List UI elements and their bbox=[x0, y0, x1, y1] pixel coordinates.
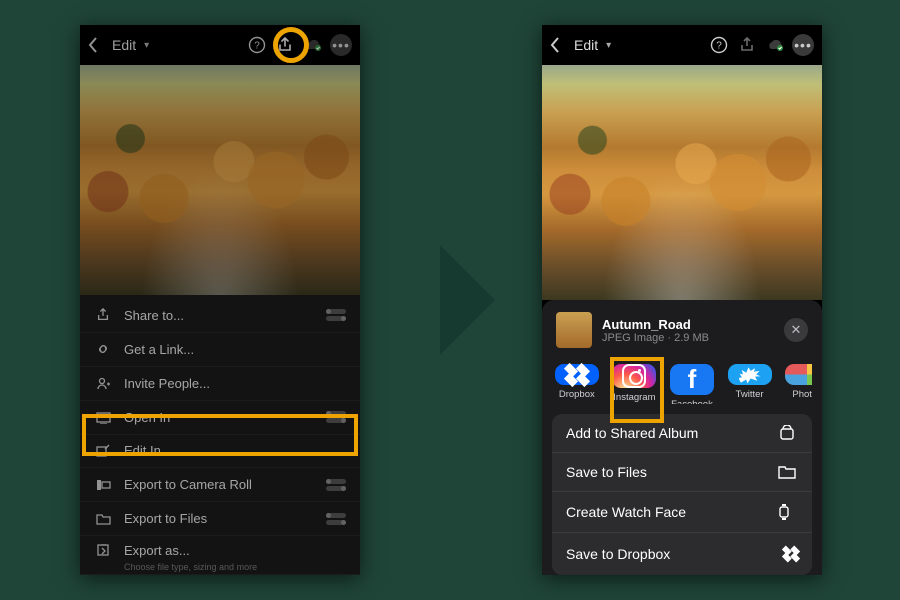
cloud-sync-icon[interactable] bbox=[764, 34, 786, 56]
menu-label: Invite People... bbox=[124, 376, 346, 391]
chevron-down-icon[interactable]: ▾ bbox=[606, 40, 611, 51]
topbar: Edit ▾ ? ••• bbox=[542, 25, 822, 65]
options-toggle-icon[interactable] bbox=[326, 479, 346, 491]
transition-arrow bbox=[440, 245, 495, 355]
folder-icon bbox=[94, 510, 112, 528]
dropbox-icon bbox=[778, 544, 798, 564]
folder-icon bbox=[778, 465, 798, 479]
menu-export-camera-roll[interactable]: Export to Camera Roll bbox=[80, 468, 360, 502]
instagram-icon bbox=[612, 364, 656, 388]
phone-left: Edit ▾ ? ••• Share to... Get a Link... I… bbox=[80, 25, 360, 575]
screen-title[interactable]: Edit bbox=[574, 37, 598, 53]
app-facebook[interactable]: f Facebook bbox=[669, 364, 715, 400]
menu-label: Export to Camera Roll bbox=[124, 477, 314, 492]
photos-icon bbox=[785, 364, 812, 385]
action-save-dropbox[interactable]: Save to Dropbox bbox=[552, 533, 812, 575]
share-menu: Share to... Get a Link... Invite People.… bbox=[80, 295, 360, 575]
back-icon[interactable] bbox=[88, 37, 106, 53]
share-icon[interactable] bbox=[274, 34, 296, 56]
close-icon[interactable]: ✕ bbox=[784, 318, 808, 342]
edit-in-icon bbox=[94, 442, 112, 460]
options-toggle-icon[interactable] bbox=[326, 411, 346, 423]
app-photos[interactable]: Photos bbox=[784, 364, 812, 400]
person-add-icon bbox=[94, 374, 112, 392]
watch-icon bbox=[778, 503, 798, 521]
link-icon bbox=[94, 340, 112, 358]
app-twitter[interactable]: Twitter bbox=[727, 364, 773, 400]
menu-invite-people[interactable]: Invite People... bbox=[80, 367, 360, 401]
options-toggle-icon[interactable] bbox=[326, 309, 346, 321]
menu-label: Export as... bbox=[124, 543, 346, 558]
facebook-icon: f bbox=[670, 364, 714, 395]
share-sheet-header: Autumn_Road JPEG Image · 2.9 MB ✕ bbox=[552, 310, 812, 358]
action-save-files[interactable]: Save to Files bbox=[552, 453, 812, 492]
topbar: Edit ▾ ? ••• bbox=[80, 25, 360, 65]
camera-roll-icon bbox=[94, 476, 112, 494]
menu-label: Export to Files bbox=[124, 511, 314, 526]
menu-share-to[interactable]: Share to... bbox=[80, 299, 360, 333]
share-apps-row: Dropbox Instagram f Facebook Twitter Pho… bbox=[552, 358, 812, 404]
edited-photo[interactable] bbox=[80, 65, 360, 295]
export-icon bbox=[94, 541, 112, 559]
options-toggle-icon[interactable] bbox=[326, 513, 346, 525]
app-instagram[interactable]: Instagram bbox=[612, 364, 658, 400]
help-icon[interactable]: ? bbox=[708, 34, 730, 56]
action-watch-face[interactable]: Create Watch Face bbox=[552, 492, 812, 533]
menu-label: Edit In bbox=[124, 443, 346, 458]
menu-sublabel: Choose file type, sizing and more bbox=[124, 562, 257, 572]
menu-open-in[interactable]: Open In bbox=[80, 401, 360, 435]
ios-share-sheet: Autumn_Road JPEG Image · 2.9 MB ✕ Dropbo… bbox=[542, 300, 822, 575]
dropbox-icon bbox=[555, 364, 599, 385]
menu-export-files[interactable]: Export to Files bbox=[80, 502, 360, 536]
app-dropbox[interactable]: Dropbox bbox=[554, 364, 600, 400]
share-icon bbox=[94, 306, 112, 324]
menu-label: Open In bbox=[124, 410, 314, 425]
menu-export-as[interactable]: Export as... Choose file type, sizing an… bbox=[80, 536, 360, 575]
chevron-down-icon[interactable]: ▾ bbox=[144, 40, 149, 51]
phone-right: Edit ▾ ? ••• Autumn_Road JPEG Image · 2.… bbox=[542, 25, 822, 575]
open-in-icon bbox=[94, 408, 112, 426]
edited-photo[interactable] bbox=[542, 65, 822, 300]
shared-album-icon bbox=[778, 425, 798, 441]
more-icon[interactable]: ••• bbox=[792, 34, 814, 56]
menu-label: Share to... bbox=[124, 308, 314, 323]
screen-title[interactable]: Edit bbox=[112, 37, 136, 53]
share-actions-list: Add to Shared Album Save to Files Create… bbox=[552, 414, 812, 575]
share-icon[interactable] bbox=[736, 34, 758, 56]
cloud-sync-icon[interactable] bbox=[302, 34, 324, 56]
file-thumbnail bbox=[556, 312, 592, 348]
menu-get-link[interactable]: Get a Link... bbox=[80, 333, 360, 367]
file-name: Autumn_Road bbox=[602, 317, 709, 332]
svg-text:?: ? bbox=[254, 41, 260, 52]
more-icon[interactable]: ••• bbox=[330, 34, 352, 56]
action-shared-album[interactable]: Add to Shared Album bbox=[552, 414, 812, 453]
menu-edit-in[interactable]: Edit In bbox=[80, 435, 360, 469]
svg-text:?: ? bbox=[716, 41, 722, 52]
twitter-icon bbox=[728, 364, 772, 385]
menu-label: Get a Link... bbox=[124, 342, 346, 357]
help-icon[interactable]: ? bbox=[246, 34, 268, 56]
back-icon[interactable] bbox=[550, 37, 568, 53]
file-meta: JPEG Image · 2.9 MB bbox=[602, 332, 709, 344]
